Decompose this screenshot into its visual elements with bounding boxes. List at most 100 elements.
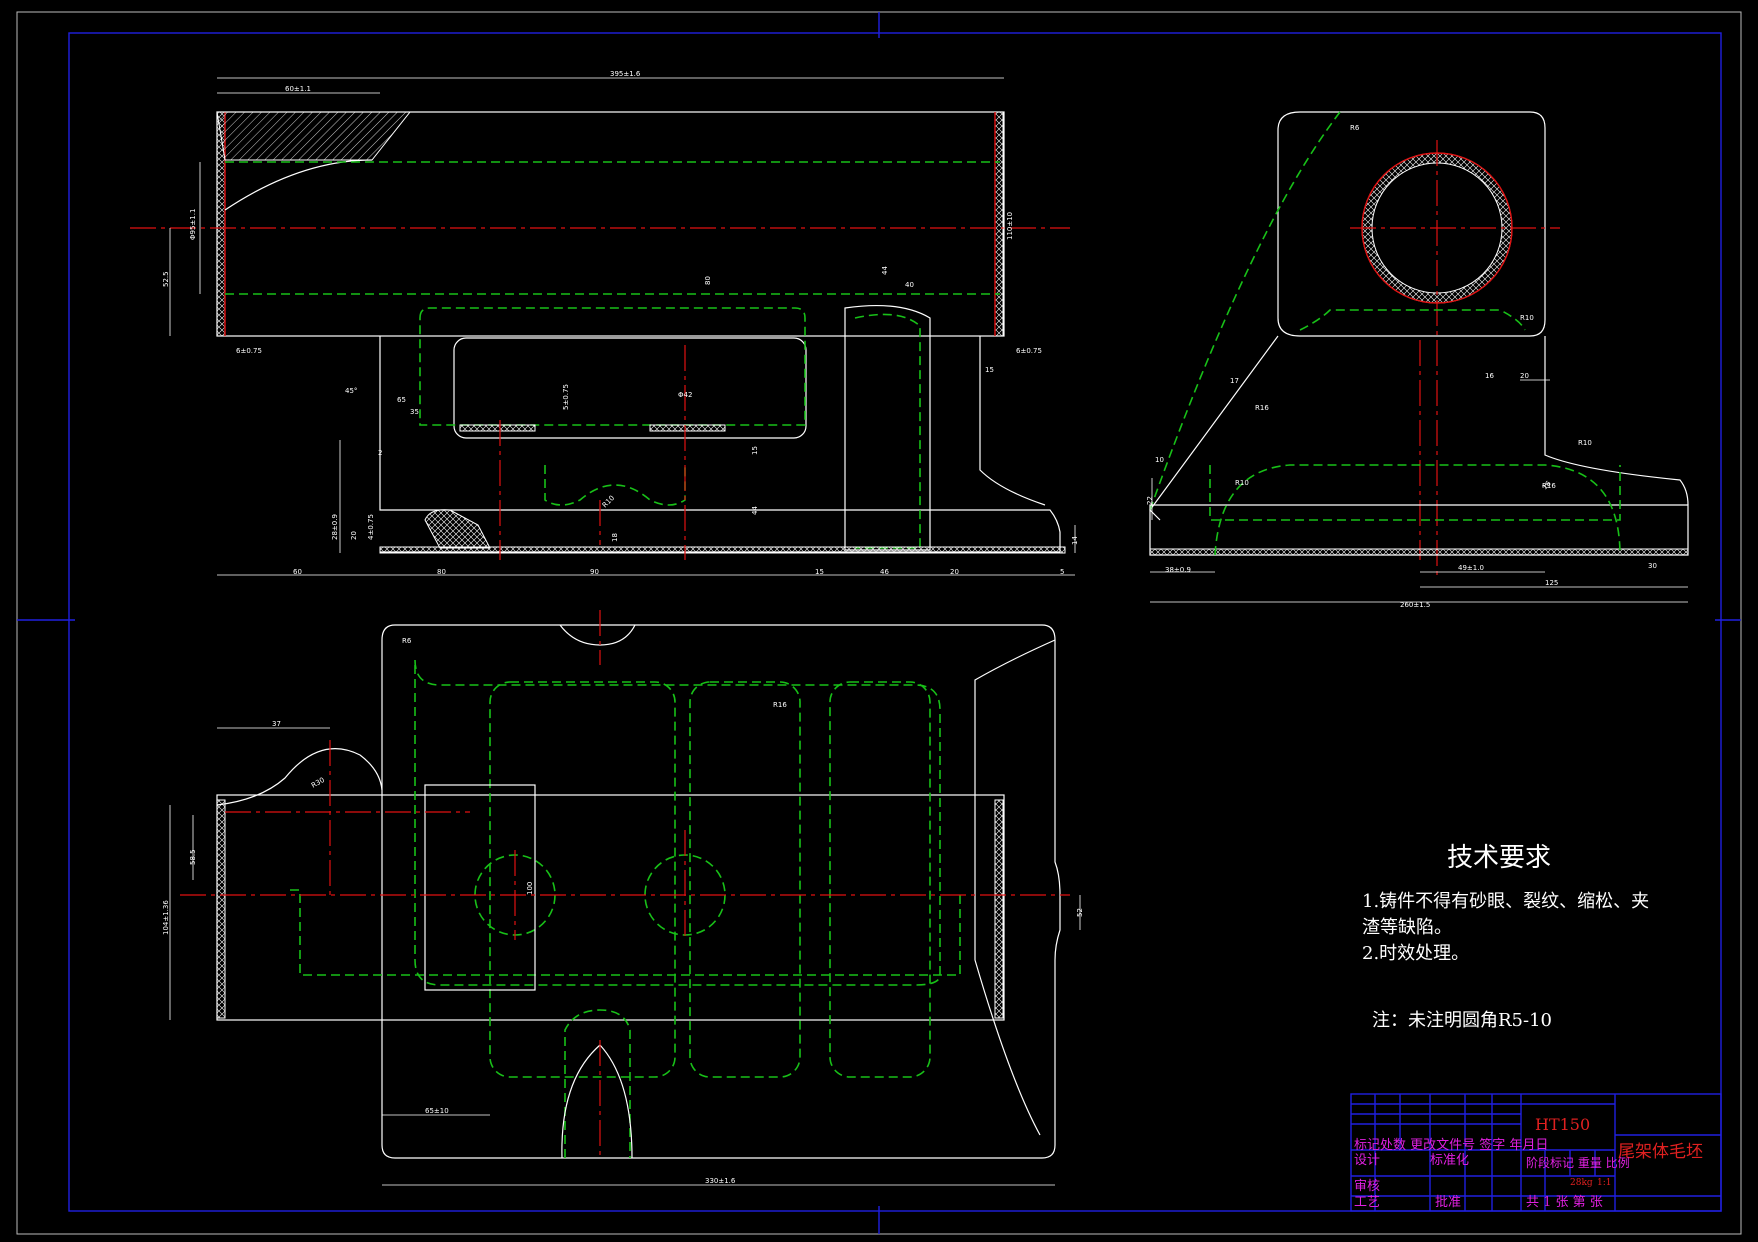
tech-line-1: 1.铸件不得有砂眼、裂纹、缩松、夹: [1362, 891, 1649, 912]
material-label: HT150: [1535, 1115, 1590, 1134]
dim-side-16: 16: [1485, 372, 1494, 380]
dim-front-15: 15: [985, 366, 994, 374]
dim-front-5: 5±0.75: [562, 384, 570, 410]
dim-front-110: 110±10: [1006, 212, 1014, 240]
side-base-wall: [1149, 548, 1689, 556]
front-rib-hidden: [854, 313, 921, 549]
front-window-opening: [453, 337, 807, 439]
dim-side-r16: R16: [1255, 404, 1269, 412]
top-hidden-cavity: [414, 659, 941, 986]
top-slot-outline: [561, 1044, 633, 1159]
technical-requirements: 技术要求 1.铸件不得有砂眼、裂纹、缩松、夹 渣等缺陷。 2.时效处理。 注：未…: [1362, 843, 1649, 1031]
dim-top-104: 104±1.36: [162, 900, 170, 935]
top-outline: [381, 624, 1061, 1159]
side-hidden-base: [1209, 465, 1621, 521]
dim-front-20: 20: [350, 531, 358, 540]
front-pad-left: [459, 424, 536, 432]
dim-front-b5: 5: [1060, 568, 1064, 576]
top-hidden-cell-3: [829, 681, 931, 1078]
dim-front-44: 44: [751, 506, 759, 515]
dim-top-37: 37: [272, 720, 281, 728]
front-base-outline: [379, 336, 1061, 553]
side-rib-hidden: [1149, 111, 1341, 511]
front-rib-outline: [844, 304, 931, 551]
tb-sheets: 共 1 张 第 张: [1526, 1195, 1603, 1210]
tb-design: 设计: [1354, 1153, 1380, 1168]
dim-front-b46: 46: [880, 568, 889, 576]
dim-front-left: 60±1.1: [285, 85, 311, 93]
part-name: 尾架体毛坯: [1618, 1142, 1703, 1162]
front-base-wall: [379, 546, 1066, 554]
top-barrel: [216, 794, 1005, 1021]
dim-front-b20: 20: [950, 568, 959, 576]
dim-front-phi42: Φ42: [678, 391, 692, 399]
dim-front-2: 2: [378, 449, 382, 457]
dim-front-b90: 90: [590, 568, 599, 576]
tb-row-labels: 标记处数 更改文件号 签字 年月日: [1354, 1137, 1548, 1153]
front-wall-hatch-right: [994, 111, 1004, 337]
dim-front-4: 4±0.75: [367, 514, 375, 540]
dim-front-40: 40: [905, 281, 914, 289]
front-break-curve: [224, 159, 373, 211]
dim-front-wall-r: 6±0.75: [1016, 347, 1042, 355]
tech-note: 注：未注明圆角R5-10: [1372, 1010, 1552, 1031]
front-hidden-pocket: [419, 307, 806, 426]
dim-top-r30: R30: [310, 776, 326, 790]
side-base-outline: [1149, 504, 1689, 556]
top-notch: [559, 624, 636, 646]
dim-side-10: 10: [1155, 456, 1164, 464]
cad-drawing-sheet: 395±1.6 60±1.1 Φ95±1.1 52.5 6±0.75 6±0.7…: [16, 11, 1742, 1235]
dim-side-20: 20: [1520, 372, 1529, 380]
top-wall-hatch-left: [216, 799, 226, 1019]
tb-approve: 批准: [1435, 1195, 1461, 1210]
dim-front-15b: 15: [751, 446, 759, 455]
tech-line-3: 2.时效处理。: [1362, 943, 1469, 964]
dim-front-r10: R10: [601, 494, 616, 509]
dim-front-45: 45°: [345, 387, 357, 395]
dim-side-17: 17: [1230, 377, 1239, 385]
dim-side-r6: R6: [1350, 124, 1360, 132]
tb-stage-mark: 阶段标记 重量 比例: [1526, 1155, 1630, 1170]
dim-front-80: 80: [704, 276, 712, 285]
tb-scale: 1:1: [1597, 1178, 1611, 1188]
dim-front-b80: 80: [437, 568, 446, 576]
tech-line-2: 渣等缺陷。: [1362, 917, 1452, 938]
top-inner-rect: [424, 784, 536, 991]
side-hidden-top: [1299, 309, 1526, 331]
dim-top-58: 58.5: [189, 849, 197, 865]
top-hidden-lower: [290, 889, 961, 976]
side-right-flange: [1544, 336, 1689, 506]
dim-front-dia: Φ95±1.1: [189, 209, 197, 240]
dim-top-100: 100: [526, 882, 534, 895]
top-boss-outline: [216, 748, 383, 806]
dim-front-b15: 15: [815, 568, 824, 576]
dim-top-r16: R16: [773, 701, 787, 709]
tb-review: 审核: [1354, 1179, 1380, 1194]
top-right-rib: [974, 639, 1056, 1136]
tb-standardize: 标准化: [1430, 1153, 1469, 1168]
tb-process: 工艺: [1354, 1195, 1380, 1210]
front-pad-right: [649, 424, 726, 432]
dim-front-wall: 6±0.75: [236, 347, 262, 355]
dim-top-52: 52: [1076, 908, 1084, 917]
dim-side-r10b: R10: [1235, 479, 1249, 487]
tech-heading: 技术要求: [1447, 843, 1551, 873]
top-view: R6 R16 37 R30 58.5 104±1.36 100 52 65±10…: [162, 610, 1084, 1186]
top-slot-hidden: [564, 1009, 631, 1158]
dim-top-65: 65±10: [425, 1107, 449, 1115]
side-rib-left: [1149, 335, 1279, 521]
tb-weight: 28kg: [1570, 1178, 1593, 1188]
dim-side-38: 38±0.9: [1165, 566, 1191, 574]
top-wall-hatch-right: [994, 799, 1004, 1019]
dim-front-28: 28±0.9: [331, 514, 339, 540]
top-hidden-cell-1: [489, 681, 676, 1078]
side-view: R6 R10 R16 R10 R16 R10 17 16 20 16 10 22…: [1146, 111, 1689, 609]
front-base-hatch: [424, 509, 491, 549]
dim-front-h1: 52.5: [162, 271, 170, 287]
dim-front-18: 18: [611, 533, 619, 542]
dim-top-r6: R6: [402, 637, 412, 645]
dim-front-total: 395±1.6: [610, 70, 641, 78]
dim-front-65: 65: [397, 396, 406, 404]
dim-side-30: 30: [1648, 562, 1657, 570]
front-section-hatch: [216, 111, 412, 161]
